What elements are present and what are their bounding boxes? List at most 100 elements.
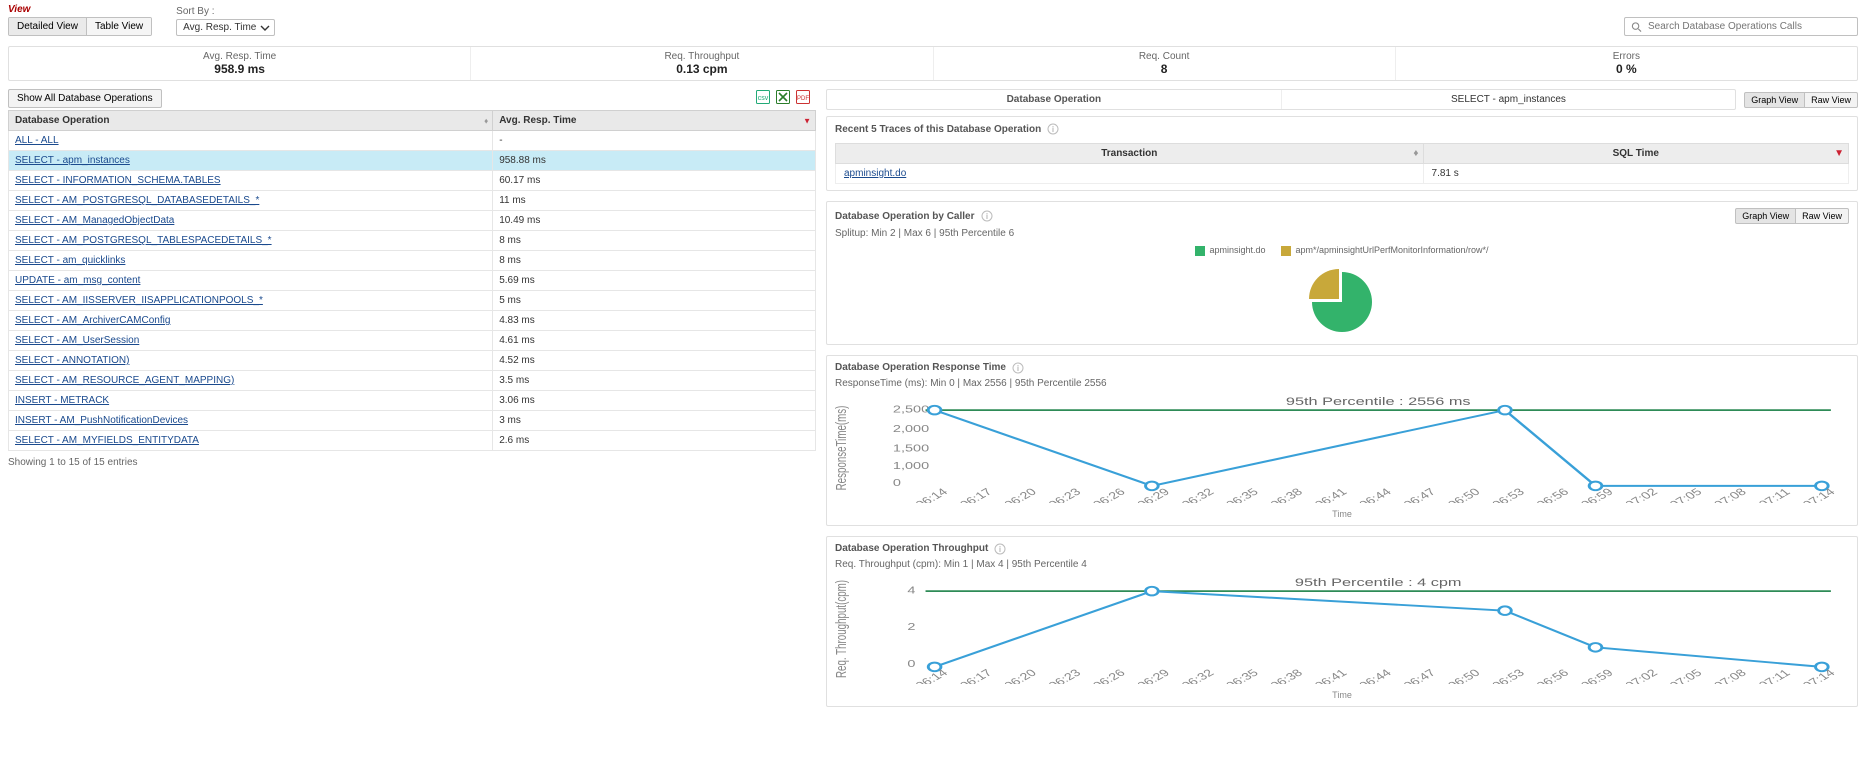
table-row[interactable]: SELECT - AM_POSTGRESQL_TABLESPACEDETAILS…: [9, 231, 816, 251]
db-op-link[interactable]: SELECT - AM_IISSERVER_IISAPPLICATIONPOOL…: [15, 295, 263, 306]
info-icon[interactable]: i: [1047, 123, 1059, 135]
db-op-link[interactable]: SELECT - AM_MYFIELDS_ENTITYDATA: [15, 435, 199, 446]
search-box[interactable]: [1624, 17, 1858, 36]
svg-text:95th Percentile : 4 cpm: 95th Percentile : 4 cpm: [1295, 576, 1462, 589]
graph-view-button[interactable]: Graph View: [1744, 92, 1805, 108]
view-label: View: [8, 4, 152, 15]
kpi-label: Req. Throughput: [471, 51, 932, 62]
panel-title: Database Operation Response Time: [835, 362, 1006, 373]
avg-resp-time-cell: 8 ms: [493, 251, 816, 271]
kpi-label: Errors: [1396, 51, 1857, 62]
svg-text:06:50: 06:50: [1445, 486, 1483, 503]
kpi-value: 958.9 ms: [9, 62, 470, 76]
db-op-link[interactable]: SELECT - AM_RESOURCE_AGENT_MAPPING): [15, 375, 234, 386]
db-op-link[interactable]: SELECT - AM_POSTGRESQL_TABLESPACEDETAILS…: [15, 235, 272, 246]
table-row[interactable]: UPDATE - am_msg_content5.69 ms: [9, 271, 816, 291]
svg-text:2,500: 2,500: [893, 403, 929, 414]
table-row[interactable]: INSERT - METRACK 3.06 ms: [9, 391, 816, 411]
svg-text:06:56: 06:56: [1534, 486, 1572, 503]
svg-text:csv: csv: [758, 95, 769, 102]
svg-text:2: 2: [907, 621, 915, 632]
svg-text:07:11: 07:11: [1756, 667, 1794, 684]
table-row[interactable]: SELECT - AM_IISSERVER_IISAPPLICATIONPOOL…: [9, 291, 816, 311]
db-op-link[interactable]: SELECT - AM_POSTGRESQL_DATABASEDETAILS_*: [15, 195, 259, 206]
traces-table: Transaction♦ SQL Time▼ apminsight.do 7.8…: [835, 143, 1849, 184]
svg-text:06:44: 06:44: [1356, 667, 1394, 684]
sort-icon: ♦: [1413, 148, 1418, 159]
svg-text:06:20: 06:20: [1001, 667, 1039, 684]
table-row[interactable]: ALL - ALL -: [9, 131, 816, 151]
table-row[interactable]: SELECT - AM_ArchiverCAMConfig4.83 ms: [9, 311, 816, 331]
col-transaction[interactable]: Transaction♦: [836, 144, 1424, 164]
trace-link[interactable]: apminsight.do: [844, 168, 906, 179]
svg-text:06:47: 06:47: [1400, 667, 1438, 684]
x-axis-label: Time: [835, 509, 1849, 519]
trace-row[interactable]: apminsight.do 7.81 s: [836, 164, 1849, 184]
table-row[interactable]: SELECT - INFORMATION_SCHEMA.TABLES60.17 …: [9, 171, 816, 191]
info-icon[interactable]: i: [981, 210, 993, 222]
db-op-link[interactable]: SELECT - AM_ManagedObjectData: [15, 215, 174, 226]
raw-view-button[interactable]: Raw View: [1796, 208, 1849, 224]
db-op-link[interactable]: SELECT - AM_ArchiverCAMConfig: [15, 315, 170, 326]
avg-resp-time-cell: 5 ms: [493, 291, 816, 311]
table-row[interactable]: SELECT - AM_POSTGRESQL_DATABASEDETAILS_*…: [9, 191, 816, 211]
db-op-link[interactable]: SELECT - am_quicklinks: [15, 255, 125, 266]
legend-item[interactable]: apminsight.do: [1195, 245, 1265, 256]
avg-resp-time-cell: -: [493, 131, 816, 151]
col-db-operation[interactable]: Database Operation ♦: [9, 111, 493, 131]
db-op-link[interactable]: SELECT - INFORMATION_SCHEMA.TABLES: [15, 175, 221, 186]
table-row[interactable]: SELECT - AM_RESOURCE_AGENT_MAPPING) 3.5 m…: [9, 371, 816, 391]
db-op-link[interactable]: INSERT - AM_PushNotificationDevices: [15, 415, 188, 426]
avg-resp-time-cell: 3.06 ms: [493, 391, 816, 411]
panel-title: Recent 5 Traces of this Database Operati…: [835, 124, 1041, 135]
sort-by-label: Sort By :: [176, 6, 275, 17]
table-view-button[interactable]: Table View: [87, 18, 151, 35]
kpi-throughput: Req. Throughput 0.13 cpm: [471, 47, 933, 80]
avg-resp-time-cell: 8 ms: [493, 231, 816, 251]
table-row[interactable]: SELECT - AM_UserSession4.61 ms: [9, 331, 816, 351]
table-row[interactable]: SELECT - apm_instances958.88 ms: [9, 151, 816, 171]
detailed-view-button[interactable]: Detailed View: [9, 18, 87, 35]
table-showing-text: Showing 1 to 15 of 15 entries: [8, 451, 816, 474]
export-xls-icon[interactable]: [776, 90, 790, 104]
table-row[interactable]: SELECT - ANNOTATION)4.52 ms: [9, 351, 816, 371]
table-row[interactable]: SELECT - am_quicklinks 8 ms: [9, 251, 816, 271]
svg-text:06:14: 06:14: [912, 486, 950, 503]
kpi-avg-resp: Avg. Resp. Time 958.9 ms: [9, 47, 471, 80]
db-op-link[interactable]: UPDATE - am_msg_content: [15, 275, 140, 286]
thr-line-chart: Req. Throughput(cpm) 4 2 0 95th Percenti…: [835, 574, 1849, 684]
raw-view-button[interactable]: Raw View: [1805, 92, 1858, 108]
info-icon[interactable]: i: [994, 543, 1006, 555]
db-op-link[interactable]: INSERT - METRACK: [15, 395, 109, 406]
col-avg-resp-time[interactable]: Avg. Resp. Time ▼: [493, 111, 816, 131]
kpi-label: Avg. Resp. Time: [9, 51, 470, 62]
table-row[interactable]: SELECT - AM_MYFIELDS_ENTITYDATA2.6 ms: [9, 431, 816, 451]
kpi-value: 8: [934, 62, 1395, 76]
sort-by-select[interactable]: Avg. Resp. Time: [176, 19, 275, 36]
svg-text:06:17: 06:17: [957, 667, 995, 684]
col-sql-time[interactable]: SQL Time▼: [1423, 144, 1848, 164]
export-csv-icon[interactable]: csv: [756, 90, 770, 104]
graph-view-button[interactable]: Graph View: [1735, 208, 1796, 224]
db-op-link[interactable]: ALL - ALL: [15, 135, 59, 146]
db-op-link[interactable]: SELECT - apm_instances: [15, 155, 130, 166]
search-input[interactable]: [1646, 20, 1851, 33]
svg-text:06:53: 06:53: [1489, 667, 1527, 684]
legend-item[interactable]: apm*/apminsightUrlPerfMonitorInformation…: [1281, 245, 1488, 256]
svg-text:07:11: 07:11: [1756, 486, 1794, 503]
db-op-link[interactable]: SELECT - ANNOTATION): [15, 355, 129, 366]
table-row[interactable]: SELECT - AM_ManagedObjectData10.49 ms: [9, 211, 816, 231]
info-icon[interactable]: i: [1012, 362, 1024, 374]
avg-resp-time-cell: 3.5 ms: [493, 371, 816, 391]
sort-icon: ♦: [484, 116, 488, 125]
svg-text:PDF: PDF: [797, 96, 809, 102]
svg-text:07:08: 07:08: [1711, 486, 1749, 503]
table-row[interactable]: INSERT - AM_PushNotificationDevices3 ms: [9, 411, 816, 431]
export-pdf-icon[interactable]: PDF: [796, 90, 810, 104]
svg-text:06:41: 06:41: [1312, 667, 1350, 684]
svg-text:0: 0: [893, 477, 901, 488]
svg-text:06:32: 06:32: [1179, 667, 1217, 684]
svg-text:06:23: 06:23: [1046, 486, 1084, 503]
db-op-link[interactable]: SELECT - AM_UserSession: [15, 335, 139, 346]
show-all-db-ops-button[interactable]: Show All Database Operations: [8, 89, 162, 108]
